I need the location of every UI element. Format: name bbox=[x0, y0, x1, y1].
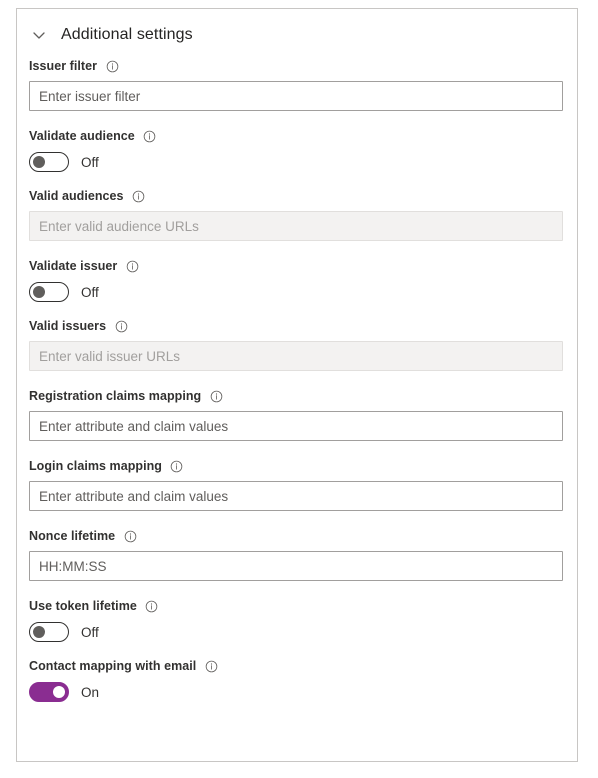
toggle-state-use-token-lifetime: Off bbox=[81, 624, 99, 640]
field-valid-audiences: Valid audiences bbox=[29, 187, 565, 241]
input-nonce-lifetime[interactable] bbox=[29, 551, 563, 581]
toggle-use-token-lifetime[interactable] bbox=[29, 622, 69, 642]
label-use-token-lifetime: Use token lifetime bbox=[29, 599, 137, 613]
label-issuer-filter: Issuer filter bbox=[29, 59, 98, 73]
info-icon[interactable] bbox=[125, 259, 139, 273]
field-label-row: Valid audiences bbox=[29, 187, 565, 205]
label-validate-audience: Validate audience bbox=[29, 129, 135, 143]
section-header-additional-settings[interactable]: Additional settings bbox=[17, 13, 577, 57]
toggle-contact-mapping-with-email[interactable] bbox=[29, 682, 69, 702]
toggle-state-validate-audience: Off bbox=[81, 154, 99, 170]
info-icon[interactable] bbox=[145, 599, 159, 613]
toggle-knob bbox=[53, 686, 65, 698]
field-label-row: Use token lifetime bbox=[29, 597, 565, 615]
chevron-down-icon[interactable] bbox=[29, 25, 49, 45]
field-valid-issuers: Valid issuers bbox=[29, 317, 565, 371]
field-label-row: Valid issuers bbox=[29, 317, 565, 335]
field-label-row: Nonce lifetime bbox=[29, 527, 565, 545]
field-label-row: Login claims mapping bbox=[29, 457, 565, 475]
input-valid-issuers bbox=[29, 341, 563, 371]
toggle-row: Off bbox=[29, 151, 565, 173]
toggle-row: On bbox=[29, 681, 565, 703]
field-label-row: Issuer filter bbox=[29, 57, 565, 75]
field-login-claims-mapping: Login claims mapping bbox=[29, 457, 565, 511]
field-nonce-lifetime: Nonce lifetime bbox=[29, 527, 565, 581]
field-label-row: Validate audience bbox=[29, 127, 565, 145]
field-issuer-filter: Issuer filter bbox=[29, 57, 565, 111]
field-contact-mapping-with-email: Contact mapping with email On bbox=[29, 657, 565, 703]
settings-field-list: Issuer filter Validate audience bbox=[17, 57, 577, 703]
info-icon[interactable] bbox=[143, 129, 157, 143]
info-icon[interactable] bbox=[209, 389, 223, 403]
label-contact-mapping-with-email: Contact mapping with email bbox=[29, 659, 197, 673]
toggle-validate-issuer[interactable] bbox=[29, 282, 69, 302]
label-nonce-lifetime: Nonce lifetime bbox=[29, 529, 116, 543]
field-validate-audience: Validate audience Off bbox=[29, 127, 565, 173]
input-issuer-filter[interactable] bbox=[29, 81, 563, 111]
label-valid-issuers: Valid issuers bbox=[29, 319, 107, 333]
label-registration-claims-mapping: Registration claims mapping bbox=[29, 389, 202, 403]
field-label-row: Contact mapping with email bbox=[29, 657, 565, 675]
field-label-row: Registration claims mapping bbox=[29, 387, 565, 405]
label-validate-issuer: Validate issuer bbox=[29, 259, 118, 273]
field-validate-issuer: Validate issuer Off bbox=[29, 257, 565, 303]
toggle-row: Off bbox=[29, 621, 565, 643]
input-valid-audiences bbox=[29, 211, 563, 241]
toggle-validate-audience[interactable] bbox=[29, 152, 69, 172]
label-valid-audiences: Valid audiences bbox=[29, 189, 124, 203]
info-icon[interactable] bbox=[114, 319, 128, 333]
toggle-knob bbox=[33, 286, 45, 298]
field-use-token-lifetime: Use token lifetime Off bbox=[29, 597, 565, 643]
info-icon[interactable] bbox=[105, 59, 119, 73]
info-icon[interactable] bbox=[132, 189, 146, 203]
info-icon[interactable] bbox=[123, 529, 137, 543]
additional-settings-panel: Additional settings Issuer filter Valida… bbox=[16, 8, 578, 762]
input-login-claims-mapping[interactable] bbox=[29, 481, 563, 511]
label-login-claims-mapping: Login claims mapping bbox=[29, 459, 162, 473]
page-title: Additional settings bbox=[61, 26, 193, 43]
toggle-knob bbox=[33, 626, 45, 638]
field-registration-claims-mapping: Registration claims mapping bbox=[29, 387, 565, 441]
toggle-row: Off bbox=[29, 281, 565, 303]
toggle-state-contact-mapping-with-email: On bbox=[81, 684, 100, 700]
info-icon[interactable] bbox=[204, 659, 218, 673]
input-registration-claims-mapping[interactable] bbox=[29, 411, 563, 441]
info-icon[interactable] bbox=[170, 459, 184, 473]
toggle-state-validate-issuer: Off bbox=[81, 284, 99, 300]
field-label-row: Validate issuer bbox=[29, 257, 565, 275]
toggle-knob bbox=[33, 156, 45, 168]
